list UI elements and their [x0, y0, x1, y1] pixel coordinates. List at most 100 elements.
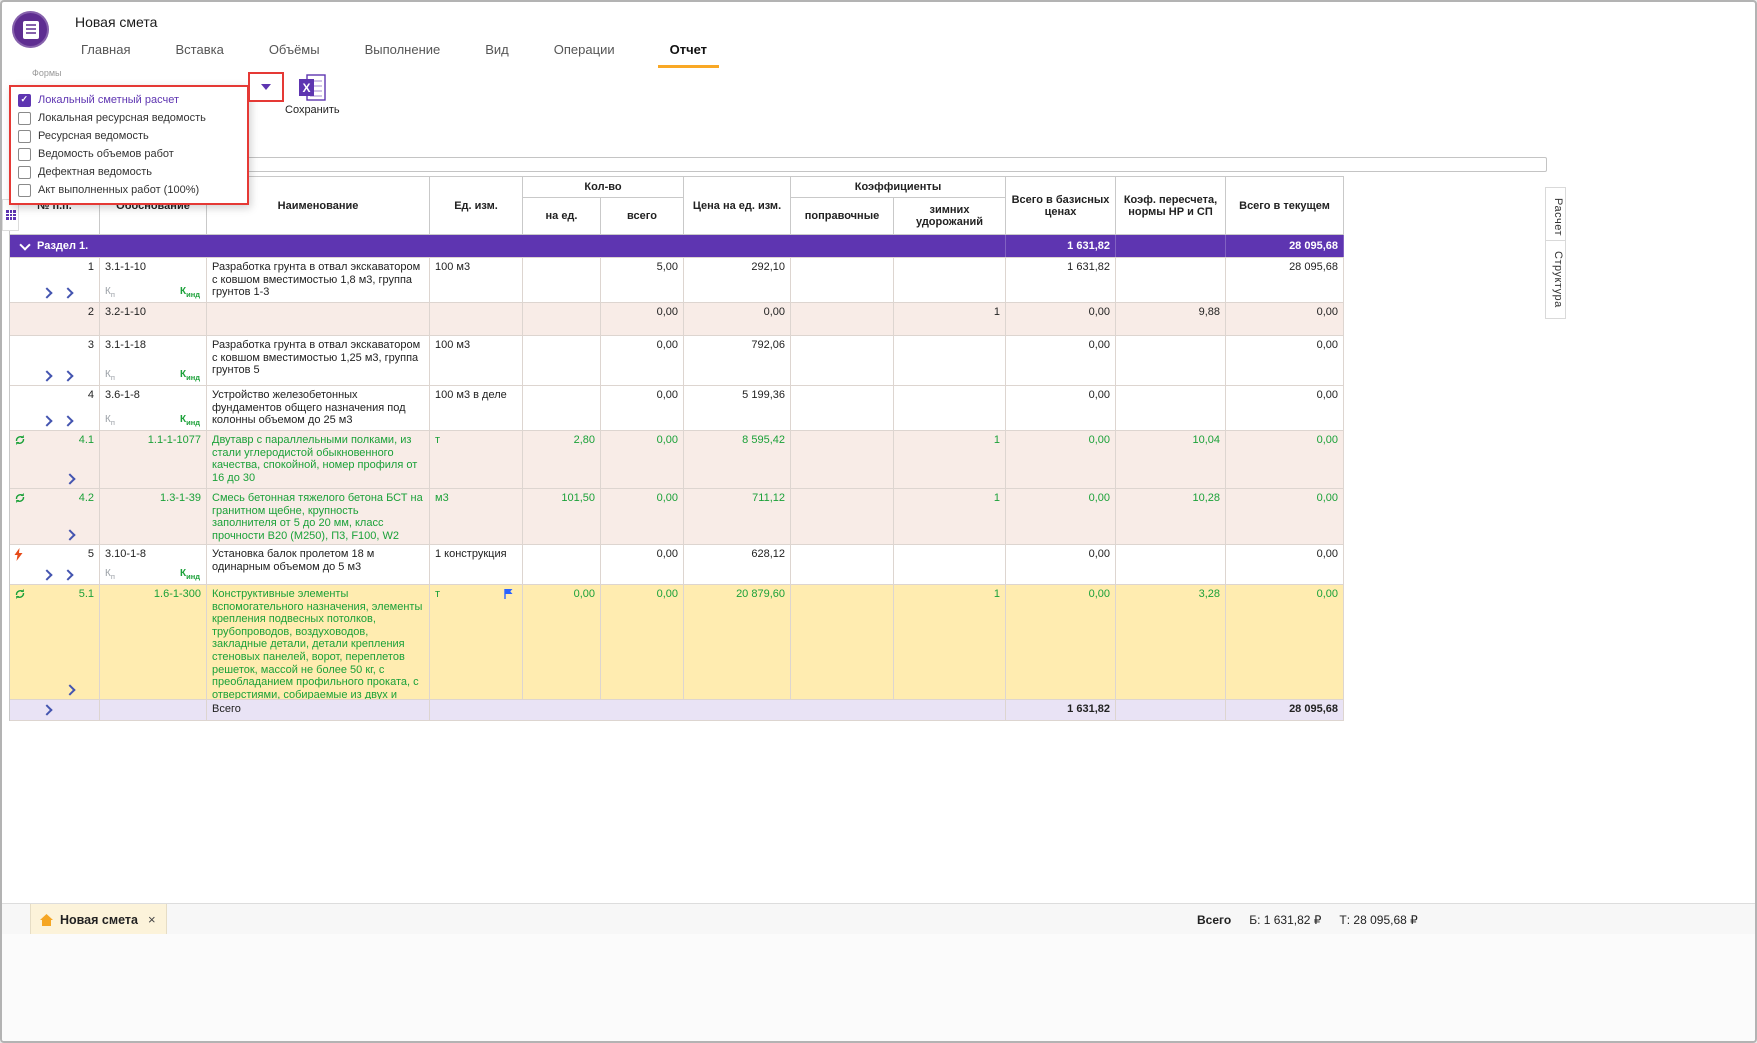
kind-coef[interactable]: Кинд — [180, 369, 200, 382]
side-tab-raschet[interactable]: Расчет — [1545, 187, 1566, 247]
dropdown-item-work-volumes[interactable]: Ведомость объемов работ — [11, 145, 247, 163]
kind-coef[interactable]: Кинд — [180, 286, 200, 299]
tab-vstavka[interactable]: Вставка — [173, 36, 225, 68]
col-header-qty-group: Кол-во — [523, 177, 684, 198]
side-tab-struktura[interactable]: Структура — [1545, 240, 1566, 319]
dropdown-item-local-resource-sheet[interactable]: Локальная ресурсная ведомость — [11, 109, 247, 127]
tab-obyomy[interactable]: Объёмы — [267, 36, 322, 68]
dropdown-item-local-estimate[interactable]: Локальный сметный расчет — [11, 91, 247, 109]
cell-code: 1.6-1-300 — [100, 585, 207, 699]
cell-price: 0,00 — [684, 303, 791, 335]
totals-current-value: Т: 28 095,68 ₽ — [1339, 913, 1417, 927]
expand-arrows[interactable] — [43, 417, 72, 425]
close-icon[interactable]: × — [148, 912, 156, 927]
cell-code: 1.1-1-1077 — [100, 431, 207, 488]
total-row[interactable]: Всего 1 631,82 28 095,68 — [10, 700, 1344, 721]
statusbar-spacer — [2, 934, 1755, 1041]
cell-num: 4 — [10, 386, 100, 430]
cell-k-recalc: 9,88 — [1116, 303, 1226, 335]
cell-unit: 100 м3 — [430, 258, 523, 302]
expand-arrows[interactable] — [66, 686, 74, 694]
table-row[interactable]: 2 3.2-1-10 0,00 0,00 1 0,00 9,88 0,00 — [10, 303, 1344, 336]
expand-arrows[interactable] — [66, 531, 74, 539]
dropdown-item-resource-sheet[interactable]: Ресурсная ведомость — [11, 127, 247, 145]
cell-k-corr — [791, 545, 894, 584]
cell-num: 4.1 — [10, 431, 100, 488]
cell-k-winter: 1 — [894, 489, 1006, 544]
cell-unit: т — [430, 585, 523, 699]
kp-coef[interactable]: Кп — [105, 286, 115, 299]
tab-otchet-active[interactable]: Отчет — [658, 36, 719, 68]
excel-icon: X — [285, 74, 339, 101]
cell-code: 3.2-1-10 — [100, 303, 207, 335]
expand-arrows[interactable] — [43, 706, 51, 714]
totals-summary: Всего Б: 1 631,82 ₽ Т: 28 095,68 ₽ — [1197, 913, 1418, 927]
chevron-down-icon[interactable] — [261, 84, 271, 90]
dropdown-item-completed-works-act[interactable]: Акт выполненных работ (100%) — [11, 181, 247, 199]
forms-dropdown-panel: Локальный сметный расчет Локальная ресур… — [9, 85, 249, 205]
cell-qty-unit — [523, 336, 601, 385]
table-row-resource[interactable]: 4.2 1.3-1-39 Смесь бетонная тяжелого бет… — [10, 489, 1344, 545]
svg-text:X: X — [302, 81, 310, 95]
checkbox-icon[interactable] — [18, 166, 31, 179]
tab-vid[interactable]: Вид — [483, 36, 511, 68]
annotation-box-dropdown-toggle — [248, 72, 284, 102]
kp-coef[interactable]: Кп — [105, 568, 115, 581]
chevron-down-icon[interactable] — [19, 239, 30, 250]
cell-k-recalc: 10,04 — [1116, 431, 1226, 488]
checkbox-icon[interactable] — [18, 130, 31, 143]
cell-k-winter — [894, 545, 1006, 584]
expand-arrows[interactable] — [43, 289, 72, 297]
document-tab-label: Новая смета — [60, 913, 138, 927]
cell-unit: м3 — [430, 489, 523, 544]
table-row[interactable]: 1 3.1-1-10 КпКинд Разработка грунта в от… — [10, 258, 1344, 303]
expand-arrows[interactable] — [43, 571, 72, 579]
kind-coef[interactable]: Кинд — [180, 414, 200, 427]
cell-base: 0,00 — [1006, 431, 1116, 488]
checkbox-icon[interactable] — [18, 148, 31, 161]
checkbox-checked-icon[interactable] — [18, 94, 31, 107]
save-button-label: Сохранить — [285, 104, 339, 116]
recycle-icon — [14, 492, 26, 504]
cell-current: 0,00 — [1226, 303, 1344, 335]
cell-k-winter: 1 — [894, 431, 1006, 488]
table-row-resource[interactable]: 5.1 1.6-1-300 Конструктивные элементы вс… — [10, 585, 1344, 700]
kind-coef[interactable]: Кинд — [180, 568, 200, 581]
cell-qty-unit — [523, 545, 601, 584]
tab-vypolnenie[interactable]: Выполнение — [363, 36, 443, 68]
cell-base: 0,00 — [1006, 386, 1116, 430]
table-row[interactable]: 4 3.6-1-8 КпКинд Устройство железобетонн… — [10, 386, 1344, 431]
chevron-right-icon — [41, 370, 52, 381]
forms-group-label: Формы — [32, 68, 62, 78]
kp-coef[interactable]: Кп — [105, 414, 115, 427]
table-row[interactable]: 3 3.1-1-18 КпКинд Разработка грунта в от… — [10, 336, 1344, 386]
cell-qty-unit — [523, 303, 601, 335]
total-current: 28 095,68 — [1226, 700, 1344, 720]
tab-glavnaya[interactable]: Главная — [79, 36, 132, 68]
cell-price: 711,12 — [684, 489, 791, 544]
table-row-resource[interactable]: 4.1 1.1-1-1077 Двутавр с параллельными п… — [10, 431, 1344, 489]
cell-current: 0,00 — [1226, 431, 1344, 488]
ribbon-tabs: Главная Вставка Объёмы Выполнение Вид Оп… — [79, 32, 719, 68]
cell-k-recalc — [1116, 545, 1226, 584]
kp-coef[interactable]: Кп — [105, 369, 115, 382]
dropdown-item-defect-sheet[interactable]: Дефектная ведомость — [11, 163, 247, 181]
save-to-excel-button[interactable]: X Сохранить — [285, 74, 339, 116]
cell-qty-unit — [523, 258, 601, 302]
cell-k-corr — [791, 303, 894, 335]
document-tab[interactable]: Новая смета × — [30, 904, 167, 935]
cell-qty-unit — [523, 386, 601, 430]
cell-base: 1 631,82 — [1006, 258, 1116, 302]
flag-icon[interactable] — [503, 588, 514, 600]
col-header-coef-winter: зимних удорожаний — [894, 198, 1006, 235]
section-row[interactable]: Раздел 1. 1 631,82 28 095,68 — [10, 235, 1344, 258]
cell-base: 0,00 — [1006, 545, 1116, 584]
checkbox-icon[interactable] — [18, 184, 31, 197]
table-row[interactable]: 5 3.10-1-8 КпКинд Установка балок пролет… — [10, 545, 1344, 585]
expand-arrows[interactable] — [43, 372, 72, 380]
tab-operacii[interactable]: Операции — [552, 36, 617, 68]
cell-num: 5.1 — [10, 585, 100, 699]
cell-qty-unit: 2,80 — [523, 431, 601, 488]
expand-arrows[interactable] — [66, 475, 74, 483]
checkbox-icon[interactable] — [18, 112, 31, 125]
